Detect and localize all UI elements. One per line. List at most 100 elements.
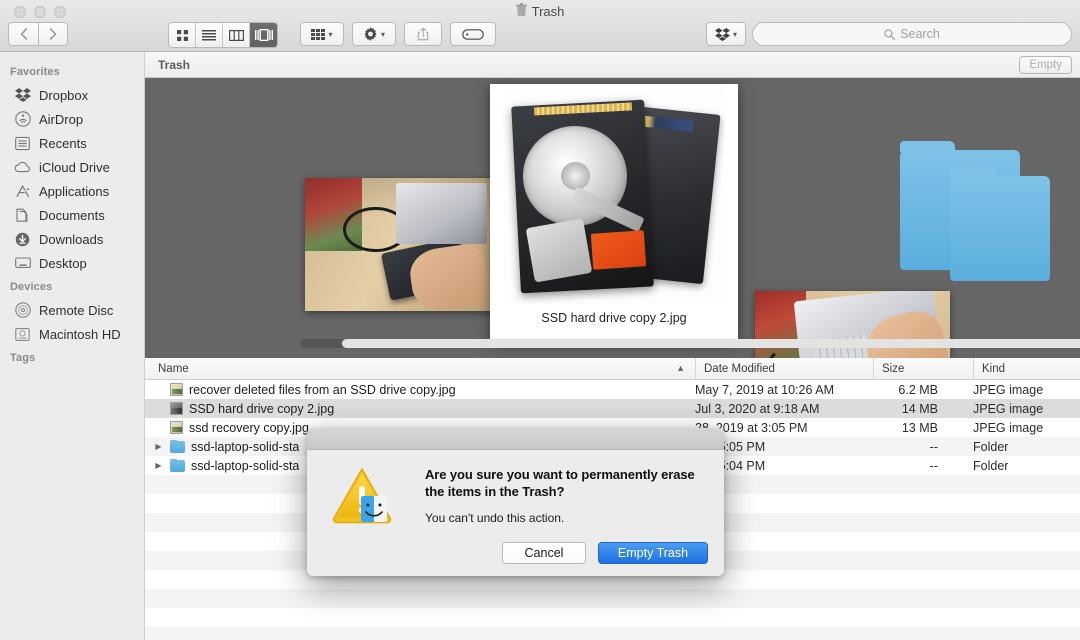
sidebar-item-recents[interactable]: Recents [0,131,144,155]
dropbox-icon [14,87,31,104]
coverflow-scrollbar[interactable] [300,339,1080,348]
documents-icon [14,207,31,224]
sidebar-item-desktop[interactable]: Desktop [0,251,144,275]
sidebar-item-downloads[interactable]: Downloads [0,227,144,251]
warning-triangle-finder-icon [331,466,393,524]
minimize-button[interactable] [34,6,46,18]
column-view-button[interactable] [223,23,250,47]
sidebar-item-label: Downloads [39,231,104,247]
dropbox-icon [714,27,730,41]
window-title-label: Trash [531,3,565,19]
file-name-cell: SSD hard drive copy 2.jpg [145,402,334,416]
sidebar-item-label: Remote Disc [39,302,114,318]
file-size-cell: -- [929,458,938,473]
file-kind-cell: JPEG image [973,382,1044,397]
coverflow-view-button[interactable] [250,23,277,47]
file-kind-cell: Folder [973,439,1009,454]
sidebar-item-label: AirDrop [39,111,84,127]
dialog-titlebar [307,428,724,450]
folder-icon [170,439,185,453]
toolbar: Trash ▾ ▾ ▾ Search [0,0,1080,52]
sidebar-item-label: Documents [39,207,105,223]
tab-trash[interactable]: Trash [158,58,190,72]
file-name-label: ssd-laptop-solid-sta [191,439,300,454]
file-name-cell: ▶ ssd-laptop-solid-sta [145,439,300,454]
sidebar-item-documents[interactable]: Documents [0,203,144,227]
sidebar-section-devices-header: Devices [10,281,53,293]
hard-drive-icon [14,326,31,343]
cancel-button[interactable]: Cancel [502,542,586,564]
applications-icon [14,183,31,200]
table-row[interactable]: recover deleted files from an SSD drive … [145,380,1080,399]
empty-trash-button[interactable]: Empty Trash [598,542,708,564]
tag-icon [462,28,484,40]
jpeg-file-icon [170,383,183,396]
file-size-cell: 14 MB [901,401,938,416]
chevron-down-icon: ▾ [328,29,333,39]
icloud-icon [14,159,31,176]
share-button[interactable] [404,22,442,46]
empty-button[interactable]: Empty [1019,56,1072,74]
sidebar-item-label: iCloud Drive [39,159,110,175]
chevron-down-icon: ▾ [380,29,385,39]
desktop-icon [14,255,31,272]
coverflow-scrollbar-thumb[interactable] [342,339,1080,348]
sidebar-item-label: Applications [39,183,110,199]
sidebar-item-icloud-drive[interactable]: iCloud Drive [0,155,144,179]
folder-icon [170,458,185,472]
disclosure-triangle-icon[interactable]: ▶ [153,442,164,451]
sidebar-item-applications[interactable]: Applications [0,179,144,203]
arrange-button[interactable]: ▾ [300,22,344,46]
file-kind-cell: JPEG image [973,401,1044,416]
airdrop-icon [14,111,31,128]
dropbox-toolbar-button[interactable]: ▾ [706,22,746,46]
disclosure-triangle-icon[interactable]: ▶ [153,461,164,470]
icon-view-button[interactable] [169,23,196,47]
optical-disc-icon [14,302,31,319]
window-controls [14,6,66,18]
downloads-icon [14,231,31,248]
share-icon [417,27,428,41]
column-header-kind[interactable]: Kind [973,358,1080,380]
folder-preview-back-2 [950,167,1050,281]
confirm-dialog: Are you sure you want to permanently era… [307,428,724,576]
search-icon [884,28,896,40]
preview-image [503,92,725,304]
file-name-label: ssd recovery copy.jpg [189,420,309,435]
dialog-message: You can't undo this action. [425,511,565,525]
column-header-size[interactable]: Size [873,358,973,380]
coverflow-pane[interactable]: SSD SSD SSD hard drive copy 2.jpg [145,78,1080,358]
search-input[interactable]: Search [752,22,1072,46]
file-name-cell: recover deleted files from an SSD drive … [145,383,456,397]
sidebar-item-label: Recents [39,135,87,151]
sidebar: Favorites Dropbox AirDrop Recents iCloud… [0,52,145,640]
file-name-cell: ssd recovery copy.jpg [145,421,309,435]
sidebar-item-label: Desktop [39,255,87,271]
cable-decoration [343,207,408,253]
tag-button[interactable] [450,22,496,46]
forward-button[interactable] [38,22,68,46]
file-size-cell: 13 MB [901,420,938,435]
coverflow-item-selected[interactable]: SSD hard drive copy 2.jpg [490,84,738,342]
file-name-label: recover deleted files from an SSD drive … [189,382,456,397]
recents-icon [14,135,31,152]
column-header-name[interactable]: Name ▲ [145,358,695,380]
file-name-label: ssd-laptop-solid-sta [191,458,300,473]
action-menu-button[interactable]: ▾ [352,22,396,46]
column-header-date-modified[interactable]: Date Modified [695,358,873,380]
sidebar-item-macintosh-hd[interactable]: Macintosh HD [0,322,144,346]
close-button[interactable] [14,6,26,18]
zoom-button[interactable] [54,6,66,18]
file-date-cell: Jul 3, 2020 at 9:18 AM [695,401,820,416]
file-name-cell: ▶ ssd-laptop-solid-sta [145,458,300,473]
back-button[interactable] [8,22,38,46]
file-name-label: SSD hard drive copy 2.jpg [189,401,335,416]
sidebar-item-remote-disc[interactable]: Remote Disc [0,298,144,322]
table-row[interactable]: SSD hard drive copy 2.jpg Jul 3, 2020 at … [145,399,1080,418]
sidebar-item-dropbox[interactable]: Dropbox [0,83,144,107]
coverflow-item-left[interactable]: SSD [305,178,495,311]
sidebar-item-airdrop[interactable]: AirDrop [0,107,144,131]
list-view-button[interactable] [196,23,223,47]
finder-window: Trash ▾ ▾ ▾ Search Favorites Dropbox Air… [0,0,1080,640]
window-title: Trash [0,3,1080,19]
